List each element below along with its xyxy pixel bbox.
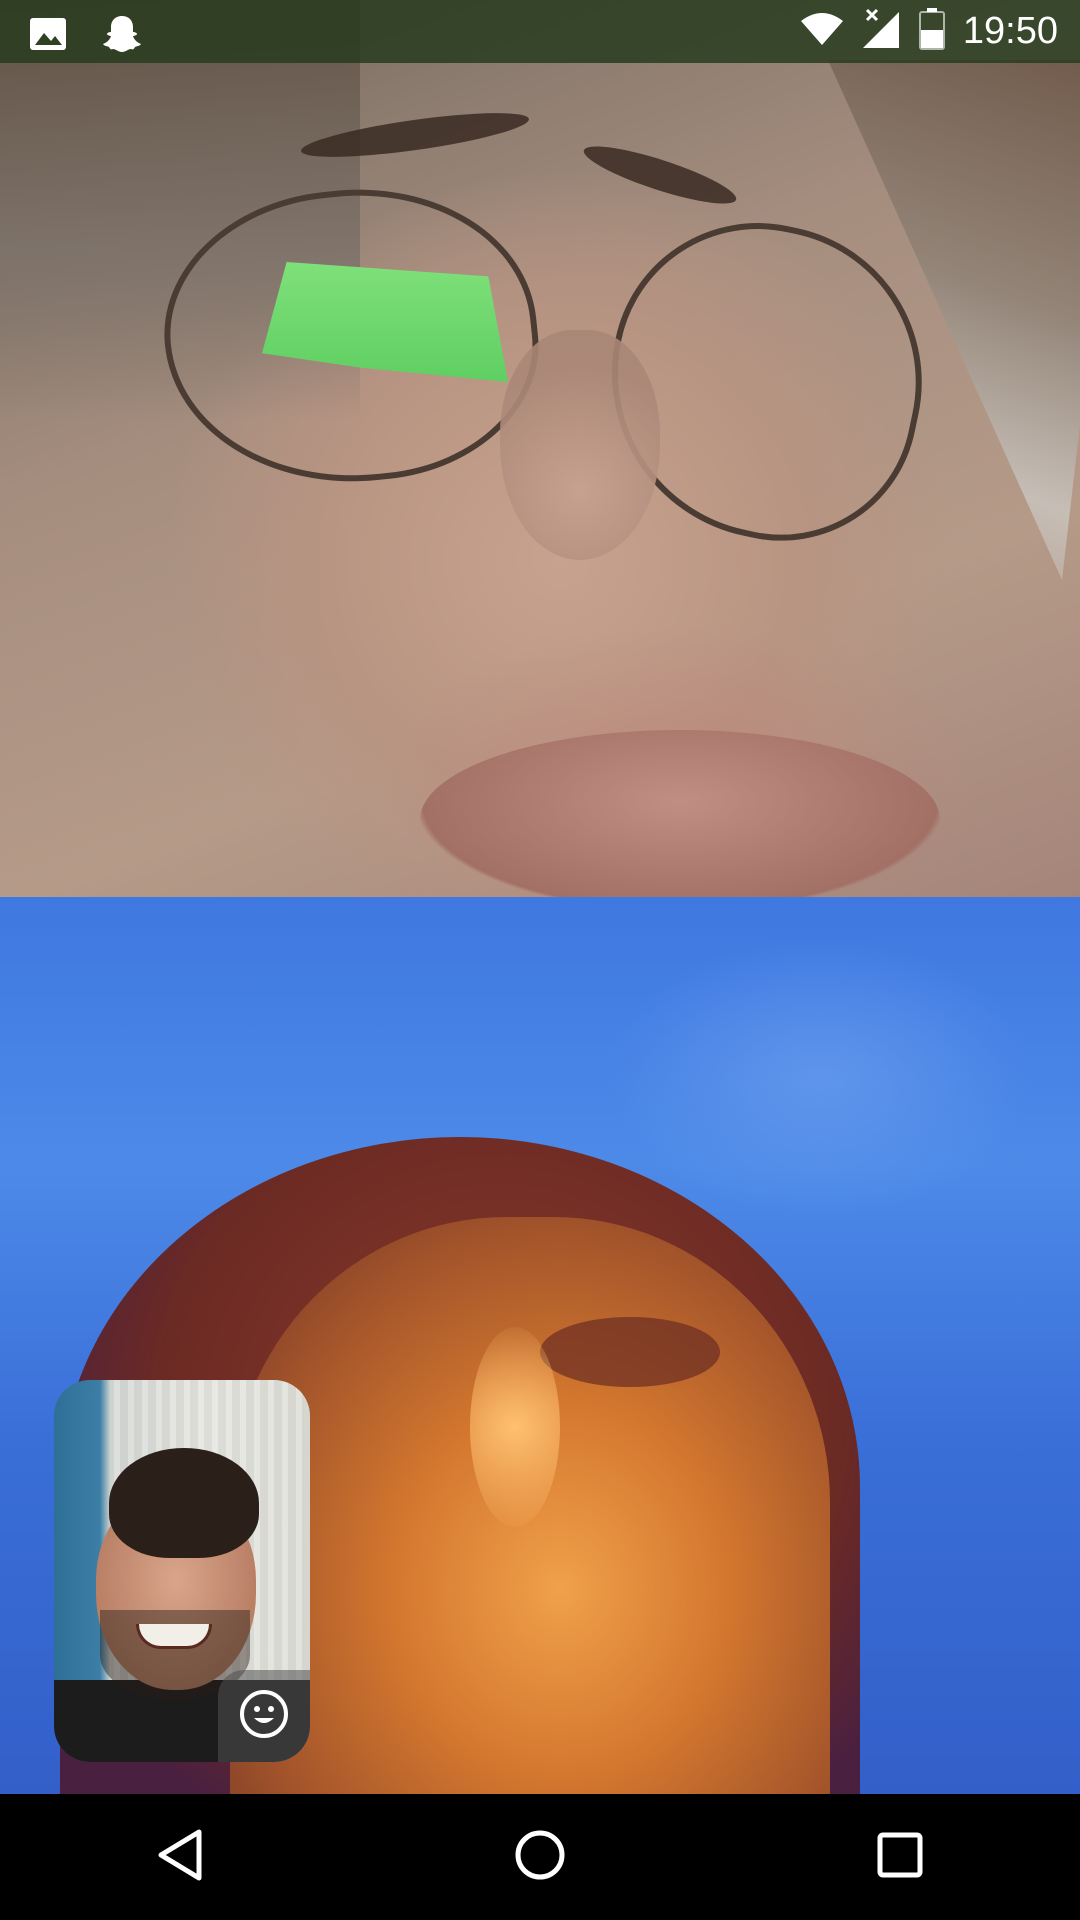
remote-video-top[interactable] xyxy=(0,0,1080,897)
wifi-icon xyxy=(799,9,845,54)
emoji-lens-icon xyxy=(238,1688,290,1745)
home-button[interactable] xyxy=(490,1807,590,1907)
back-button[interactable] xyxy=(130,1807,230,1907)
nose xyxy=(500,330,660,560)
recents-button[interactable] xyxy=(850,1807,950,1907)
home-icon xyxy=(513,1828,567,1887)
status-bar: 19:50 xyxy=(0,0,1080,63)
recents-icon xyxy=(876,1831,924,1884)
battery-icon xyxy=(918,8,945,55)
nose xyxy=(470,1327,560,1527)
self-camera-preview[interactable] xyxy=(54,1380,310,1762)
right-eyebrow xyxy=(579,136,741,214)
hair xyxy=(109,1448,259,1558)
lips xyxy=(420,730,940,897)
navigation-bar xyxy=(0,1794,1080,1920)
back-icon xyxy=(155,1828,205,1887)
signal-no-data-icon xyxy=(862,8,901,55)
snapchat-ghost-icon xyxy=(100,12,144,61)
gallery-icon xyxy=(28,14,68,59)
emoji-lens-button[interactable] xyxy=(218,1670,310,1762)
eye xyxy=(540,1317,720,1387)
clock: 19:50 xyxy=(962,10,1058,52)
